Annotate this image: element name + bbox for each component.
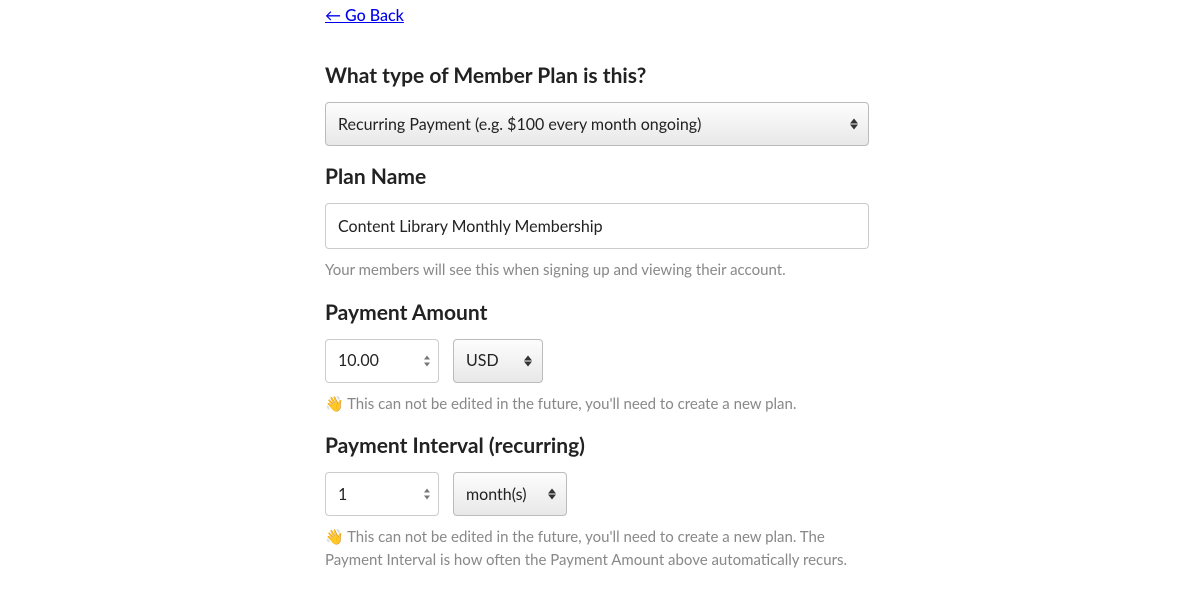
plan-name-input[interactable]: Content Library Monthly Membership xyxy=(325,203,869,249)
currency-select[interactable]: USD xyxy=(453,339,543,383)
payment-amount-label: Payment Amount xyxy=(325,300,873,325)
currency-value: USD xyxy=(466,351,499,370)
stepper-icon xyxy=(424,489,430,500)
payment-amount-input[interactable]: 10.00 xyxy=(325,339,439,383)
select-arrows-icon xyxy=(548,489,556,500)
plan-type-label: What type of Member Plan is this? xyxy=(325,63,873,88)
plan-type-value: Recurring Payment (e.g. $100 every month… xyxy=(338,115,701,134)
payment-amount-helper: 👋 This can not be edited in the future, … xyxy=(325,393,873,416)
payment-amount-value: 10.00 xyxy=(338,351,379,370)
plan-name-helper: Your members will see this when signing … xyxy=(325,259,873,282)
stepper-icon xyxy=(424,355,430,366)
interval-unit-select[interactable]: month(s) xyxy=(453,472,567,516)
plan-type-select[interactable]: Recurring Payment (e.g. $100 every month… xyxy=(325,102,869,146)
payment-interval-helper: 👋 This can not be edited in the future, … xyxy=(325,526,873,571)
select-arrows-icon xyxy=(524,355,532,366)
payment-interval-input[interactable]: 1 xyxy=(325,472,439,516)
interval-unit-value: month(s) xyxy=(466,485,527,504)
plan-name-value: Content Library Monthly Membership xyxy=(338,217,603,236)
payment-interval-value: 1 xyxy=(338,485,347,504)
go-back-link[interactable]: ← Go Back xyxy=(325,6,404,25)
plan-name-label: Plan Name xyxy=(325,164,873,189)
payment-interval-label: Payment Interval (recurring) xyxy=(325,433,873,458)
select-arrows-icon xyxy=(850,119,858,130)
